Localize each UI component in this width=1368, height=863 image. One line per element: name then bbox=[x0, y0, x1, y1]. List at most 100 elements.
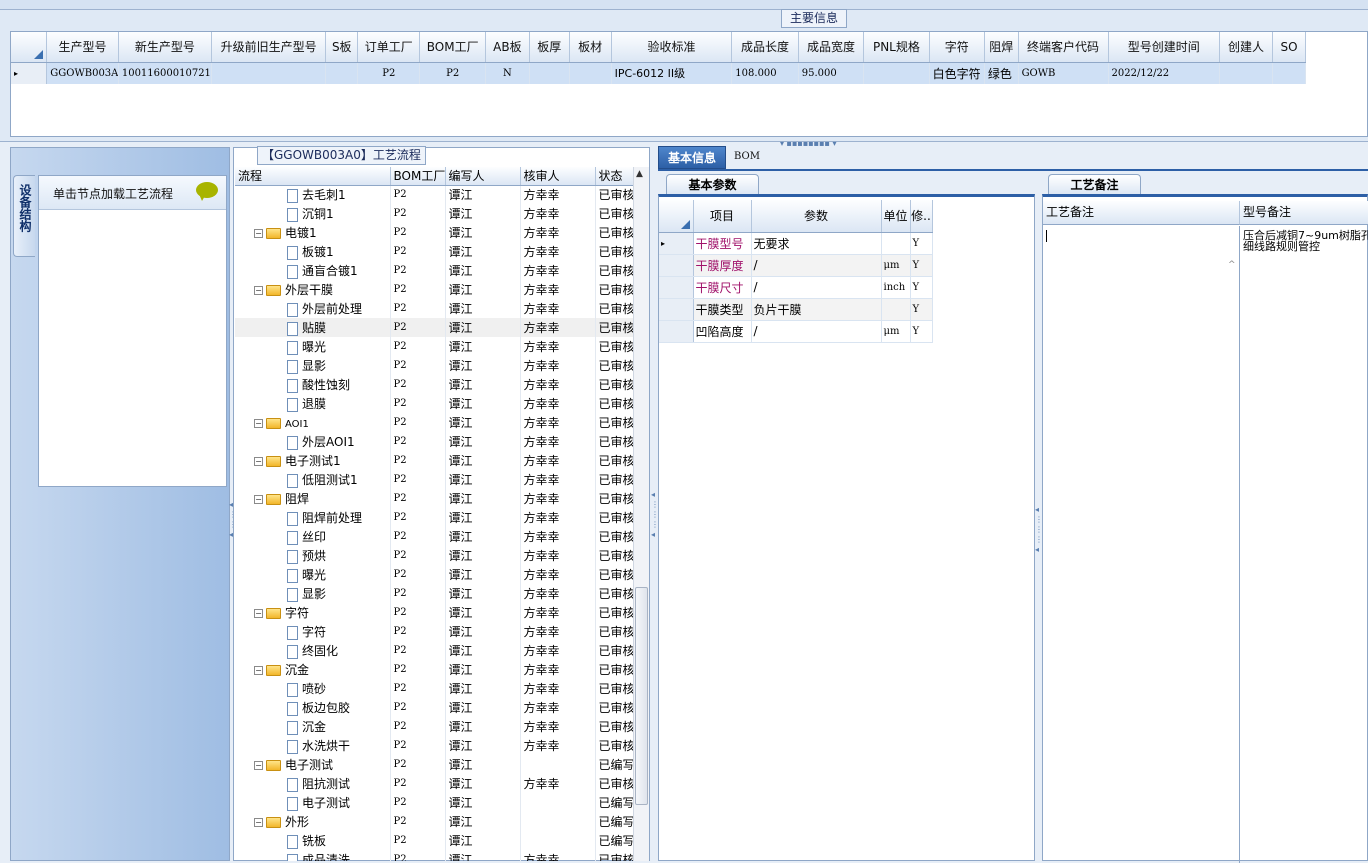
table-row[interactable]: − 字符 P2 谭江 方幸幸 已审核 bbox=[235, 603, 633, 622]
col-header[interactable]: 参数 bbox=[751, 200, 882, 233]
col-header[interactable]: 单位 bbox=[881, 200, 911, 233]
table-row[interactable]: 沉金 P2 谭江 方幸幸 已审核 bbox=[235, 717, 633, 736]
collapse-toggle-icon[interactable]: − bbox=[254, 495, 263, 504]
flow-node[interactable]: 曝光 bbox=[235, 565, 391, 584]
table-cell[interactable] bbox=[1272, 62, 1306, 84]
col-header[interactable]: PNL规格 bbox=[863, 32, 930, 63]
table-cell[interactable]: 谭江 bbox=[445, 736, 521, 755]
table-cell[interactable]: P2 bbox=[390, 185, 446, 204]
table-cell[interactable]: 10011600010721 bbox=[118, 62, 212, 84]
table-cell[interactable]: 方幸幸 bbox=[520, 717, 596, 736]
flow-node[interactable]: − 电镀1 bbox=[235, 223, 391, 242]
flow-node[interactable]: 电子测试 bbox=[235, 793, 391, 812]
tab-basic-info[interactable]: 基本信息 bbox=[658, 146, 726, 169]
col-header[interactable]: 型号创建时间 bbox=[1108, 32, 1220, 63]
col-header[interactable]: S板 bbox=[325, 32, 359, 63]
row-selector[interactable] bbox=[659, 254, 694, 277]
table-cell[interactable]: P2 bbox=[390, 223, 446, 242]
table-cell[interactable]: 已审核 bbox=[595, 622, 633, 641]
flow-node[interactable]: 酸性蚀刻 bbox=[235, 375, 391, 394]
table-row[interactable]: − 电子测试 P2 谭江 已编写 bbox=[235, 755, 633, 774]
table-cell[interactable]: P2 bbox=[390, 280, 446, 299]
flow-node[interactable]: − 沉金 bbox=[235, 660, 391, 679]
table-cell[interactable]: 谭江 bbox=[445, 698, 521, 717]
flow-node[interactable]: 字符 bbox=[235, 622, 391, 641]
flow-node[interactable]: − 字符 bbox=[235, 603, 391, 622]
flow-node[interactable]: 板边包胶 bbox=[235, 698, 391, 717]
tab-basic-params[interactable]: 基本参数 bbox=[666, 174, 759, 195]
col-header[interactable]: 流程 bbox=[235, 167, 391, 186]
table-cell[interactable]: 谭江 bbox=[445, 470, 521, 489]
table-row[interactable]: − 电镀1 P2 谭江 方幸幸 已审核 bbox=[235, 223, 633, 242]
table-cell[interactable]: 已审核 bbox=[595, 432, 633, 451]
col-header[interactable]: 字符 bbox=[929, 32, 985, 63]
row-selector[interactable] bbox=[659, 276, 694, 299]
table-row[interactable]: ▸ 干膜型号 无要求 Y bbox=[659, 232, 933, 255]
col-header[interactable]: 核审人 bbox=[520, 167, 596, 186]
flow-node[interactable]: 铣板 bbox=[235, 831, 391, 850]
table-cell[interactable]: 方幸幸 bbox=[520, 470, 596, 489]
table-cell[interactable]: P2 bbox=[390, 774, 446, 793]
flow-node[interactable]: − AOI1 bbox=[235, 413, 391, 432]
table-cell[interactable]: P2 bbox=[390, 299, 446, 318]
table-cell[interactable]: 方幸幸 bbox=[520, 546, 596, 565]
table-cell[interactable]: 谭江 bbox=[445, 508, 521, 527]
table-cell[interactable]: 已审核 bbox=[595, 850, 633, 861]
table-cell[interactable]: P2 bbox=[357, 62, 421, 84]
col-header[interactable]: 板厚 bbox=[529, 32, 570, 63]
param-item[interactable]: 干膜尺寸 bbox=[693, 276, 752, 299]
flow-node[interactable]: 预烘 bbox=[235, 546, 391, 565]
table-cell[interactable]: 方幸幸 bbox=[520, 242, 596, 261]
table-cell[interactable]: P2 bbox=[390, 432, 446, 451]
table-cell[interactable]: 已审核 bbox=[595, 489, 633, 508]
param-unit[interactable]: μm bbox=[881, 320, 911, 343]
table-cell[interactable] bbox=[520, 831, 596, 850]
col-header[interactable]: 新生产型号 bbox=[118, 32, 212, 63]
table-cell[interactable]: 谭江 bbox=[445, 413, 521, 432]
flow-node[interactable]: 曝光 bbox=[235, 337, 391, 356]
table-cell[interactable] bbox=[520, 755, 596, 774]
table-cell[interactable]: P2 bbox=[390, 812, 446, 831]
flow-node[interactable]: 阻焊前处理 bbox=[235, 508, 391, 527]
flow-node[interactable]: 外层AOI1 bbox=[235, 432, 391, 451]
table-cell[interactable]: P2 bbox=[390, 204, 446, 223]
tab-bom[interactable]: BOM bbox=[734, 151, 760, 162]
table-cell[interactable]: P2 bbox=[390, 641, 446, 660]
table-cell[interactable]: 已审核 bbox=[595, 698, 633, 717]
param-value[interactable]: 无要求 bbox=[751, 232, 882, 255]
table-cell[interactable]: 方幸幸 bbox=[520, 261, 596, 280]
param-unit[interactable] bbox=[881, 298, 911, 321]
table-cell[interactable]: 已审核 bbox=[595, 337, 633, 356]
table-cell[interactable]: P2 bbox=[390, 318, 446, 337]
flow-node[interactable]: − 电子测试1 bbox=[235, 451, 391, 470]
table-cell[interactable]: P2 bbox=[390, 508, 446, 527]
load-flow-box[interactable]: 单击节点加载工艺流程 bbox=[38, 175, 227, 487]
table-cell[interactable]: 谭江 bbox=[445, 242, 521, 261]
table-cell[interactable]: 已审核 bbox=[595, 641, 633, 660]
table-row[interactable]: 干膜尺寸 / inch Y bbox=[659, 276, 933, 299]
flow-scrollbar[interactable]: ▲ bbox=[633, 167, 649, 861]
table-row[interactable]: − 阻焊 P2 谭江 方幸幸 已审核 bbox=[235, 489, 633, 508]
table-cell[interactable]: 谭江 bbox=[445, 223, 521, 242]
col-header[interactable]: 终端客户代码 bbox=[1018, 32, 1109, 63]
flow-node[interactable]: 贴膜 bbox=[235, 318, 391, 337]
table-cell[interactable]: 谭江 bbox=[445, 565, 521, 584]
table-cell[interactable]: 白色字符 bbox=[929, 62, 985, 84]
flow-node[interactable]: 去毛刺1 bbox=[235, 185, 391, 204]
flow-node[interactable]: 喷砂 bbox=[235, 679, 391, 698]
table-cell[interactable]: 方幸幸 bbox=[520, 394, 596, 413]
table-row[interactable]: − 外形 P2 谭江 已编写 bbox=[235, 812, 633, 831]
flow-node[interactable]: − 外层干膜 bbox=[235, 280, 391, 299]
table-cell[interactable]: P2 bbox=[390, 451, 446, 470]
table-cell[interactable]: 谭江 bbox=[445, 375, 521, 394]
table-cell[interactable]: 已审核 bbox=[595, 508, 633, 527]
collapse-toggle-icon[interactable]: − bbox=[254, 609, 263, 618]
col-header[interactable]: 升级前旧生产型号 bbox=[211, 32, 327, 63]
table-cell[interactable]: 已编写 bbox=[595, 831, 633, 850]
table-cell[interactable] bbox=[520, 793, 596, 812]
scroll-up-icon[interactable]: ▲ bbox=[636, 169, 643, 179]
table-cell[interactable]: P2 bbox=[390, 679, 446, 698]
param-modifiable[interactable]: Y bbox=[910, 232, 933, 255]
table-row[interactable]: 阻抗测试 P2 谭江 方幸幸 已审核 bbox=[235, 774, 633, 793]
table-cell[interactable]: P2 bbox=[390, 736, 446, 755]
